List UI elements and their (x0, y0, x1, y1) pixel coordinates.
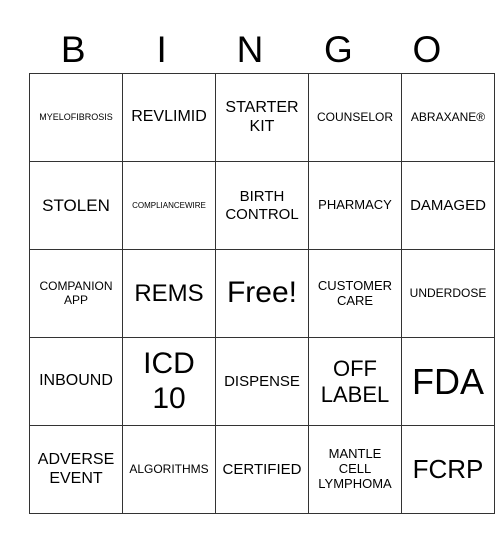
bingo-cell[interactable]: INBOUND (29, 337, 123, 426)
bingo-cell[interactable]: ICD 10 (122, 337, 216, 426)
bingo-cell[interactable]: MYELOFIBROSIS (29, 73, 123, 162)
bingo-cell[interactable]: REMS (122, 249, 216, 338)
bingo-row: INBOUND ICD 10 DISPENSE OFF LABEL FDA (29, 337, 495, 426)
bingo-row: MYELOFIBROSIS REVLIMID STARTER KIT COUNS… (29, 73, 495, 162)
header-letter-o: O (412, 29, 442, 70)
bingo-cell[interactable]: ADVERSE EVENT (29, 425, 123, 514)
header-letter-g: G (324, 29, 353, 70)
bingo-cell[interactable]: MANTLE CELL LYMPHOMA (308, 425, 402, 514)
bingo-row: COMPANION APP REMS Free! CUSTOMER CARE U… (29, 249, 495, 338)
header-letter-n: N (236, 29, 264, 70)
bingo-cell[interactable]: CERTIFIED (215, 425, 309, 514)
bingo-cell[interactable]: FDA (401, 337, 495, 426)
bingo-cell[interactable]: CUSTOMER CARE (308, 249, 402, 338)
bingo-cell[interactable]: STARTER KIT (215, 73, 309, 162)
header-letter-i: I (156, 29, 167, 70)
bingo-cell[interactable]: ABRAXANE® (401, 73, 495, 162)
free-space[interactable]: Free! (215, 249, 309, 338)
bingo-cell[interactable]: FCRP (401, 425, 495, 514)
bingo-cell[interactable]: DAMAGED (401, 161, 495, 250)
bingo-card: MYELOFIBROSIS REVLIMID STARTER KIT COUNS… (29, 73, 495, 514)
bingo-cell[interactable]: COMPLIANCEWIRE (122, 161, 216, 250)
bingo-cell[interactable]: PHARMACY (308, 161, 402, 250)
bingo-cell[interactable]: REVLIMID (122, 73, 216, 162)
bingo-cell[interactable]: STOLEN (29, 161, 123, 250)
bingo-cell[interactable]: COMPANION APP (29, 249, 123, 338)
bingo-cell[interactable]: ALGORITHMS (122, 425, 216, 514)
header-letter-b: B (60, 29, 86, 70)
bingo-header: B I N G O (29, 28, 471, 72)
bingo-row: STOLEN COMPLIANCEWIRE BIRTH CONTROL PHAR… (29, 161, 495, 250)
bingo-cell[interactable]: BIRTH CONTROL (215, 161, 309, 250)
bingo-cell[interactable]: UNDERDOSE (401, 249, 495, 338)
bingo-row: ADVERSE EVENT ALGORITHMS CERTIFIED MANTL… (29, 425, 495, 514)
bingo-cell[interactable]: COUNSELOR (308, 73, 402, 162)
bingo-cell[interactable]: OFF LABEL (308, 337, 402, 426)
bingo-cell[interactable]: DISPENSE (215, 337, 309, 426)
